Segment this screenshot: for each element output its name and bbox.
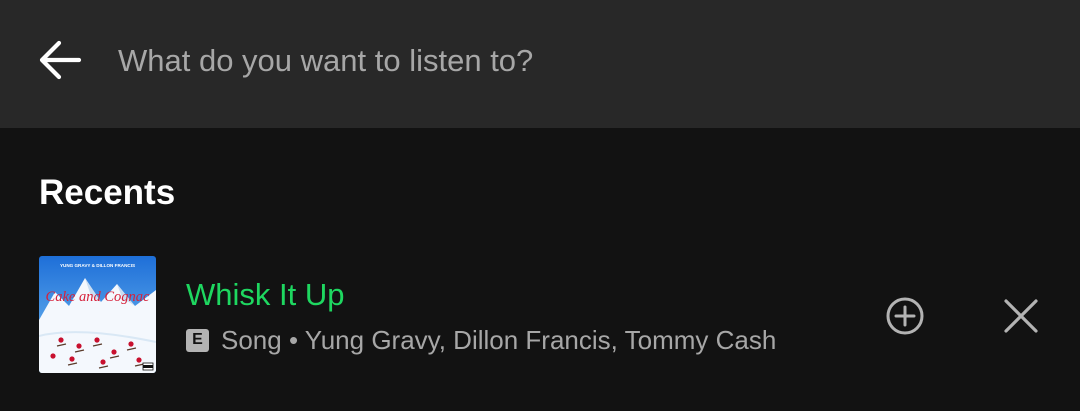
search-bar (0, 0, 1080, 128)
recents-heading: Recents (39, 173, 176, 212)
explicit-badge: E (186, 328, 209, 352)
search-input[interactable] (118, 34, 1018, 88)
track-title: Whisk It Up (186, 277, 345, 312)
arrow-left-icon (39, 40, 82, 80)
add-to-library-button[interactable] (883, 294, 927, 338)
track-subtitle: Song • Yung Gravy, Dillon Francis, Tommy… (221, 325, 777, 355)
album-cover: YUNG GRAVY & DILLON FRANCIS Cake and Cog… (39, 256, 156, 373)
close-icon (1004, 299, 1038, 333)
recent-track-row[interactable]: YUNG GRAVY & DILLON FRANCIS Cake and Cog… (0, 250, 1080, 380)
plus-circle-icon (886, 297, 924, 335)
track-meta: E Song • Yung Gravy, Dillon Francis, Tom… (186, 324, 776, 356)
back-button[interactable] (30, 30, 90, 90)
cover-top-text: YUNG GRAVY & DILLON FRANCIS (60, 263, 135, 268)
cover-script-text: Cake and Cognac (46, 289, 150, 305)
remove-recent-button[interactable] (999, 294, 1043, 338)
